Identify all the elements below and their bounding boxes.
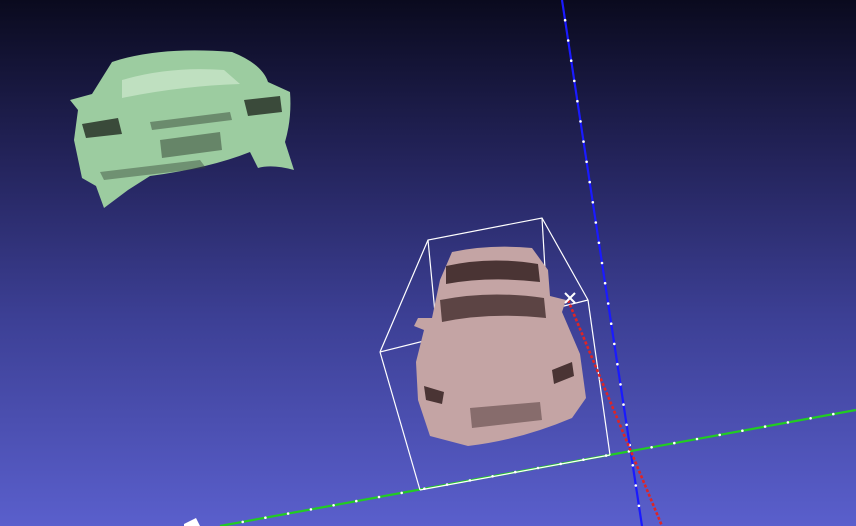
axis-tick [606, 302, 610, 305]
x-axis-line [566, 299, 664, 526]
axis-tick [637, 504, 641, 508]
axis-tick [603, 281, 607, 285]
axis-tick [832, 412, 835, 416]
axis-tick [591, 201, 595, 204]
axis-tick [786, 421, 790, 424]
reference-car-mesh[interactable] [70, 50, 294, 209]
axis-tick [600, 261, 604, 265]
axis-tick [613, 342, 616, 346]
selected-car-mesh[interactable] [414, 246, 586, 446]
axis-tick [597, 241, 601, 245]
axis-tick [569, 59, 573, 62]
axis-tick [286, 512, 290, 515]
axis-tick [573, 79, 576, 83]
axis-tick [585, 160, 588, 164]
axis-tick [594, 221, 598, 224]
axis-tick [695, 437, 699, 441]
axis-tick [631, 464, 635, 467]
axis-tick [634, 484, 638, 487]
axis-tick [741, 429, 744, 433]
axis-tick [763, 425, 767, 428]
axis-tick [332, 504, 335, 507]
axis-tick [673, 441, 676, 445]
axis-tick [622, 403, 625, 406]
axis-tick [609, 322, 613, 326]
axis-tick [576, 99, 579, 103]
axis-tick [563, 18, 567, 22]
axis-tick [619, 383, 622, 386]
axis-tick [241, 520, 244, 524]
axis-tick [718, 433, 721, 437]
3d-viewport[interactable] [0, 0, 856, 526]
axis-tick [377, 495, 381, 499]
axis-tick [309, 508, 313, 511]
scene-canvas[interactable] [0, 0, 856, 526]
axis-tick [355, 499, 358, 503]
axis-tick [582, 140, 585, 143]
axis-tick [264, 516, 267, 519]
axis-tick [400, 491, 404, 495]
axis-tick [588, 180, 591, 184]
axis-tick [809, 417, 812, 420]
axis-tick [650, 446, 653, 449]
mesh-fragment [184, 518, 200, 526]
axis-tick [579, 120, 582, 123]
axis-tick [625, 423, 628, 427]
axis-tick [566, 39, 570, 42]
axis-tick [616, 362, 619, 366]
